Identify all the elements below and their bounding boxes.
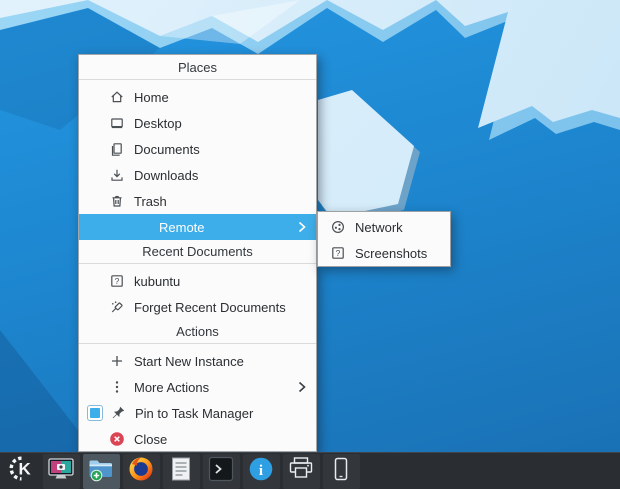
empty-icon-slot: [109, 219, 125, 235]
taskbar-item-display-settings[interactable]: [42, 453, 80, 489]
taskbar-item-firefox[interactable]: [122, 453, 160, 489]
menu-item-more-actions[interactable]: More Actions: [79, 374, 316, 400]
menu-item-label: Pin to Task Manager: [135, 405, 254, 421]
pin-icon: [110, 405, 126, 421]
dolphin-folder-icon: [87, 456, 115, 487]
network-icon: [330, 219, 346, 235]
menu-item-label: Forget Recent Documents: [134, 299, 286, 315]
menu-item-remote[interactable]: Remote: [79, 214, 316, 240]
taskbar-item-text-editor[interactable]: [162, 453, 200, 489]
menu-item-kubuntu[interactable]: ? kubuntu: [79, 268, 316, 294]
menu-item-label: Close: [134, 431, 168, 447]
menu-item-home[interactable]: Home: [79, 84, 316, 110]
plus-icon: [109, 353, 125, 369]
menu-item-label: Start New Instance: [134, 353, 244, 369]
menu-item-trash[interactable]: Trash: [79, 188, 316, 214]
section-header-actions: Actions: [79, 320, 316, 344]
kde-launcher-icon: K: [8, 455, 35, 487]
remote-submenu: Network ? Screenshots: [317, 211, 451, 267]
info-icon: i: [248, 456, 274, 487]
download-icon: [109, 167, 125, 183]
section-header-places: Places: [79, 56, 316, 80]
menu-item-label: Home: [134, 89, 169, 105]
menu-item-documents[interactable]: Documents: [79, 136, 316, 162]
taskbar-context-menu: Places Home Desktop Documents Downloads …: [78, 54, 317, 452]
terminal-icon: [208, 456, 234, 487]
menu-item-pin-to-task-manager[interactable]: Pin to Task Manager: [79, 400, 316, 426]
menu-item-start-new-instance[interactable]: Start New Instance: [79, 348, 316, 374]
menu-item-label: Trash: [134, 193, 167, 209]
taskbar-item-printer[interactable]: [282, 453, 320, 489]
desktop-icon: [109, 115, 125, 131]
menu-item-label: Documents: [134, 141, 200, 157]
display-settings-icon: [47, 456, 75, 487]
submenu-chevron-icon: [298, 221, 306, 233]
firefox-icon: [127, 455, 155, 488]
taskbar-item-kdeconnect-phone[interactable]: [322, 453, 360, 489]
taskbar-item-app-launcher[interactable]: K: [3, 454, 40, 489]
svg-text:?: ?: [336, 248, 341, 258]
menu-item-label: kubuntu: [134, 273, 181, 289]
submenu-item-screenshots[interactable]: ? Screenshots: [318, 240, 450, 266]
submenu-chevron-icon: [298, 381, 306, 393]
menu-item-downloads[interactable]: Downloads: [79, 162, 316, 188]
section-header-recent-documents: Recent Documents: [79, 240, 316, 264]
unknown-file-icon: ?: [109, 273, 125, 289]
menu-item-desktop[interactable]: Desktop: [79, 110, 316, 136]
unknown-file-icon: ?: [330, 245, 346, 261]
menu-item-label: Desktop: [134, 115, 182, 131]
printer-icon: [288, 456, 314, 486]
clear-history-icon: [109, 299, 125, 315]
taskbar-panel: K i: [0, 452, 620, 489]
taskbar-item-dolphin[interactable]: [82, 453, 120, 489]
documents-icon: [109, 141, 125, 157]
svg-text:i: i: [259, 463, 263, 479]
submenu-item-network[interactable]: Network: [318, 214, 450, 240]
taskbar-item-terminal[interactable]: [202, 453, 240, 489]
more-actions-icon: [109, 379, 125, 395]
menu-item-label: Downloads: [134, 167, 199, 183]
menu-item-forget-recent-documents[interactable]: Forget Recent Documents: [79, 294, 316, 320]
submenu-item-label: Screenshots: [355, 245, 428, 261]
trash-icon: [109, 193, 125, 209]
menu-item-close[interactable]: Close: [79, 426, 316, 452]
phone-icon: [331, 456, 351, 487]
home-icon: [109, 89, 125, 105]
text-editor-icon: [170, 456, 192, 487]
svg-text:K: K: [18, 460, 31, 479]
menu-item-label: Remote: [159, 219, 205, 235]
svg-text:?: ?: [115, 276, 120, 286]
pin-checkbox[interactable]: [87, 405, 103, 421]
taskbar-item-info[interactable]: i: [242, 453, 280, 489]
close-icon: [109, 431, 125, 447]
menu-item-label: More Actions: [134, 379, 210, 395]
submenu-item-label: Network: [355, 219, 403, 235]
